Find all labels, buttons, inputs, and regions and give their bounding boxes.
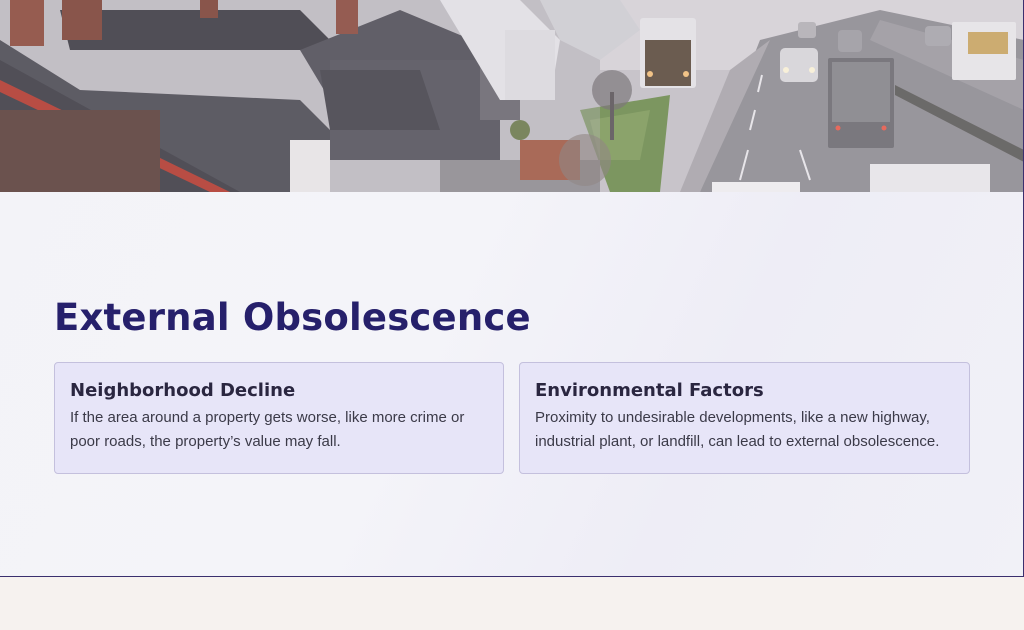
hero-image: [0, 0, 1023, 192]
card-heading: Neighborhood Decline: [70, 380, 296, 401]
houses-and-highway-illustration: [0, 0, 1023, 192]
card-body: Proximity to undesirable developments, l…: [535, 409, 940, 450]
card-body: If the area around a property gets worse…: [70, 409, 465, 450]
page-title: External Obsolescence: [54, 296, 531, 339]
card-environmental-factors: Environmental Factors Proximity to undes…: [519, 362, 970, 474]
card-neighborhood-decline: Neighborhood Decline If the area around …: [54, 362, 504, 474]
slide: External Obsolescence Neighborhood Decli…: [0, 0, 1024, 577]
card-heading: Environmental Factors: [535, 380, 764, 401]
